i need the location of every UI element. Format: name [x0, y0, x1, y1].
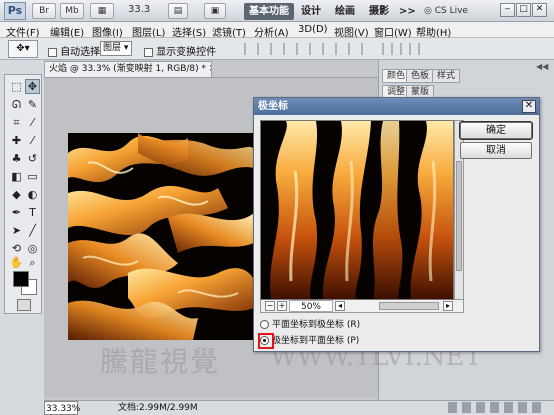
auto-select-dropdown[interactable]: 图层 ▾ — [100, 41, 132, 56]
photoshop-logo: Ps — [4, 2, 26, 20]
brush-tool-icon[interactable]: ⁄ — [25, 133, 40, 148]
menu-window[interactable]: 窗口(W) — [374, 24, 412, 39]
move-tool-icon[interactable]: ⬚ — [9, 79, 24, 94]
cs-live-button[interactable]: ◎ CS Live — [424, 3, 468, 19]
options-bar: ✥▾ 自动选择: 图层 ▾ 显示变换控件 — [0, 38, 554, 60]
zoom-out-button[interactable]: − — [265, 301, 275, 311]
auto-select-checkbox[interactable] — [48, 47, 57, 57]
conversion-options: 平面坐标到极坐标 (R) 极坐标到平面坐标 (P) — [260, 316, 454, 350]
eraser-tool-icon[interactable]: ◧ — [9, 169, 24, 184]
preview-zoom-value: 50% — [289, 300, 333, 312]
tab-swatches[interactable]: 色板 — [406, 69, 435, 83]
zoom-level[interactable]: 33.3 — [128, 4, 150, 15]
bridge-button[interactable]: Br — [32, 3, 56, 19]
foreground-color-swatch[interactable] — [13, 271, 29, 287]
more-workspaces-button[interactable]: >> — [394, 3, 421, 20]
rectangular-to-polar-option[interactable]: 平面坐标到极坐标 (R) — [260, 318, 360, 332]
dialog-title: 极坐标 — [254, 98, 539, 115]
hand-tool-icon[interactable]: ✋ — [9, 255, 24, 270]
3d-orbit-tool-icon[interactable]: ◎ — [25, 241, 40, 256]
3d-rotate-tool-icon[interactable]: ⟲ — [9, 241, 24, 256]
blur-tool-icon[interactable]: ◆ — [9, 187, 24, 202]
status-zoom-field[interactable]: 33.33% — [44, 401, 80, 415]
mini-bridge-button[interactable]: Mb — [60, 3, 84, 19]
flame-preview-image — [261, 121, 453, 299]
document-tab[interactable]: 火焰 @ 33.3% (渐变映射 1, RGB/8) * ✕ — [44, 61, 212, 77]
healing-brush-icon[interactable]: ✚ — [9, 133, 24, 148]
workspace-essentials[interactable]: 基本功能 — [244, 3, 294, 20]
tab-styles[interactable]: 样式 — [432, 69, 461, 83]
application-bar: Ps Br Mb ▦ 33.3 ▤ ▣ 基本功能 设计 绘画 摄影 >> ◎ C… — [0, 0, 554, 22]
clone-stamp-icon[interactable]: ♣ — [9, 151, 24, 166]
highlight-annotation-box — [258, 333, 274, 349]
fire-image-canvas[interactable] — [68, 133, 254, 340]
quick-select-tool-icon[interactable]: ✎ — [25, 97, 40, 112]
maximize-button[interactable]: □ — [516, 3, 531, 17]
show-transform-checkbox[interactable] — [144, 47, 153, 57]
scroll-left-icon[interactable]: ◂ — [335, 301, 345, 311]
preview-zoom-bar: − + 50% ◂ ▸ — [260, 300, 464, 313]
polar-to-rectangular-option[interactable]: 极坐标到平面坐标 (P) — [260, 334, 359, 348]
history-brush-icon[interactable]: ↺ — [25, 151, 40, 166]
minimize-button[interactable]: ‒ — [500, 3, 515, 17]
menu-layer[interactable]: 图层(L) — [132, 24, 165, 39]
ok-button[interactable]: 确定 — [459, 121, 533, 140]
move-tool-selected-icon[interactable]: ✥ — [25, 79, 40, 94]
menu-file[interactable]: 文件(F) — [6, 24, 40, 39]
workspace-design[interactable]: 设计 — [296, 3, 326, 20]
pen-tool-icon[interactable]: ✒ — [9, 205, 24, 220]
quick-mask-button[interactable] — [17, 299, 31, 311]
cancel-button[interactable]: 取消 — [460, 142, 532, 159]
lasso-tool-icon[interactable]: ᘏ — [9, 97, 24, 112]
tools-panel: ⬚ ✥ ᘏ ✎ ⌗ ⁄ ✚ ⁄ ♣ ↺ ◧ ▭ ◆ ◐ ✒ T ➤ ╱ ⟲ ◎ … — [4, 74, 42, 314]
close-window-button[interactable]: ✕ — [532, 3, 547, 17]
polar-coordinates-dialog: 极坐标 ✕ − + 50% ◂ ▸ 确定 取消 平面坐标到极坐标 (R) 极坐标… — [253, 97, 540, 352]
menu-view[interactable]: 视图(V) — [334, 24, 369, 39]
crop-tool-icon[interactable]: ⌗ — [9, 115, 24, 130]
menu-edit[interactable]: 编辑(E) — [50, 24, 84, 39]
menu-analysis[interactable]: 分析(A) — [254, 24, 289, 39]
zoom-tool-icon[interactable]: ⌕ — [25, 255, 40, 270]
filter-preview[interactable] — [260, 120, 454, 300]
fire-swirl-artwork — [68, 133, 254, 340]
preview-horizontal-scrollbar[interactable] — [379, 302, 439, 310]
shape-tool-icon[interactable]: ╱ — [25, 223, 40, 238]
vertical-scroll-thumb[interactable] — [456, 161, 462, 271]
workspace-painting[interactable]: 绘画 — [330, 3, 360, 20]
watermark-chinese: 騰龍視覺 — [100, 345, 221, 378]
menu-image[interactable]: 图像(I) — [92, 24, 123, 39]
show-transform-option[interactable]: 显示变换控件 — [144, 43, 216, 58]
gradient-tool-icon[interactable]: ▭ — [25, 169, 40, 184]
workspace-photography[interactable]: 摄影 — [364, 3, 394, 20]
collapse-panels-icon[interactable]: ◀◀ — [536, 62, 550, 72]
type-tool-icon[interactable]: T — [25, 205, 40, 220]
distribute-icons[interactable] — [382, 43, 422, 55]
align-icons[interactable] — [244, 43, 374, 55]
menu-help[interactable]: 帮助(H) — [416, 24, 451, 39]
scroll-right-icon[interactable]: ▸ — [443, 301, 453, 311]
panel-action-icons[interactable] — [448, 402, 546, 413]
menu-filter[interactable]: 滤镜(T) — [212, 24, 246, 39]
rectangular-to-polar-radio[interactable] — [260, 320, 269, 329]
menu-bar: 文件(F) 编辑(E) 图像(I) 图层(L) 选择(S) 滤镜(T) 分析(A… — [0, 22, 554, 39]
auto-select-option[interactable]: 自动选择: — [48, 43, 104, 58]
dialog-close-icon[interactable]: ✕ — [522, 100, 536, 113]
dodge-tool-icon[interactable]: ◐ — [25, 187, 40, 202]
arrange-documents-button[interactable]: ▤ — [168, 3, 188, 19]
path-select-tool-icon[interactable]: ➤ — [9, 223, 24, 238]
cs-live-icon: ◎ — [424, 6, 435, 16]
menu-3d[interactable]: 3D(D) — [298, 24, 328, 35]
screen-mode-button[interactable]: ▣ — [204, 3, 226, 19]
tool-preset-picker[interactable]: ✥▾ — [8, 40, 38, 58]
menu-select[interactable]: 选择(S) — [172, 24, 206, 39]
document-size-info[interactable]: 文档:2.99M/2.99M — [118, 401, 198, 415]
view-extras-button[interactable]: ▦ — [90, 3, 114, 19]
close-document-icon[interactable]: ✕ — [209, 64, 211, 74]
status-bar: 33.33% 文档:2.99M/2.99M — [44, 400, 378, 415]
eyedropper-tool-icon[interactable]: ⁄ — [25, 115, 40, 130]
zoom-in-button[interactable]: + — [277, 301, 287, 311]
